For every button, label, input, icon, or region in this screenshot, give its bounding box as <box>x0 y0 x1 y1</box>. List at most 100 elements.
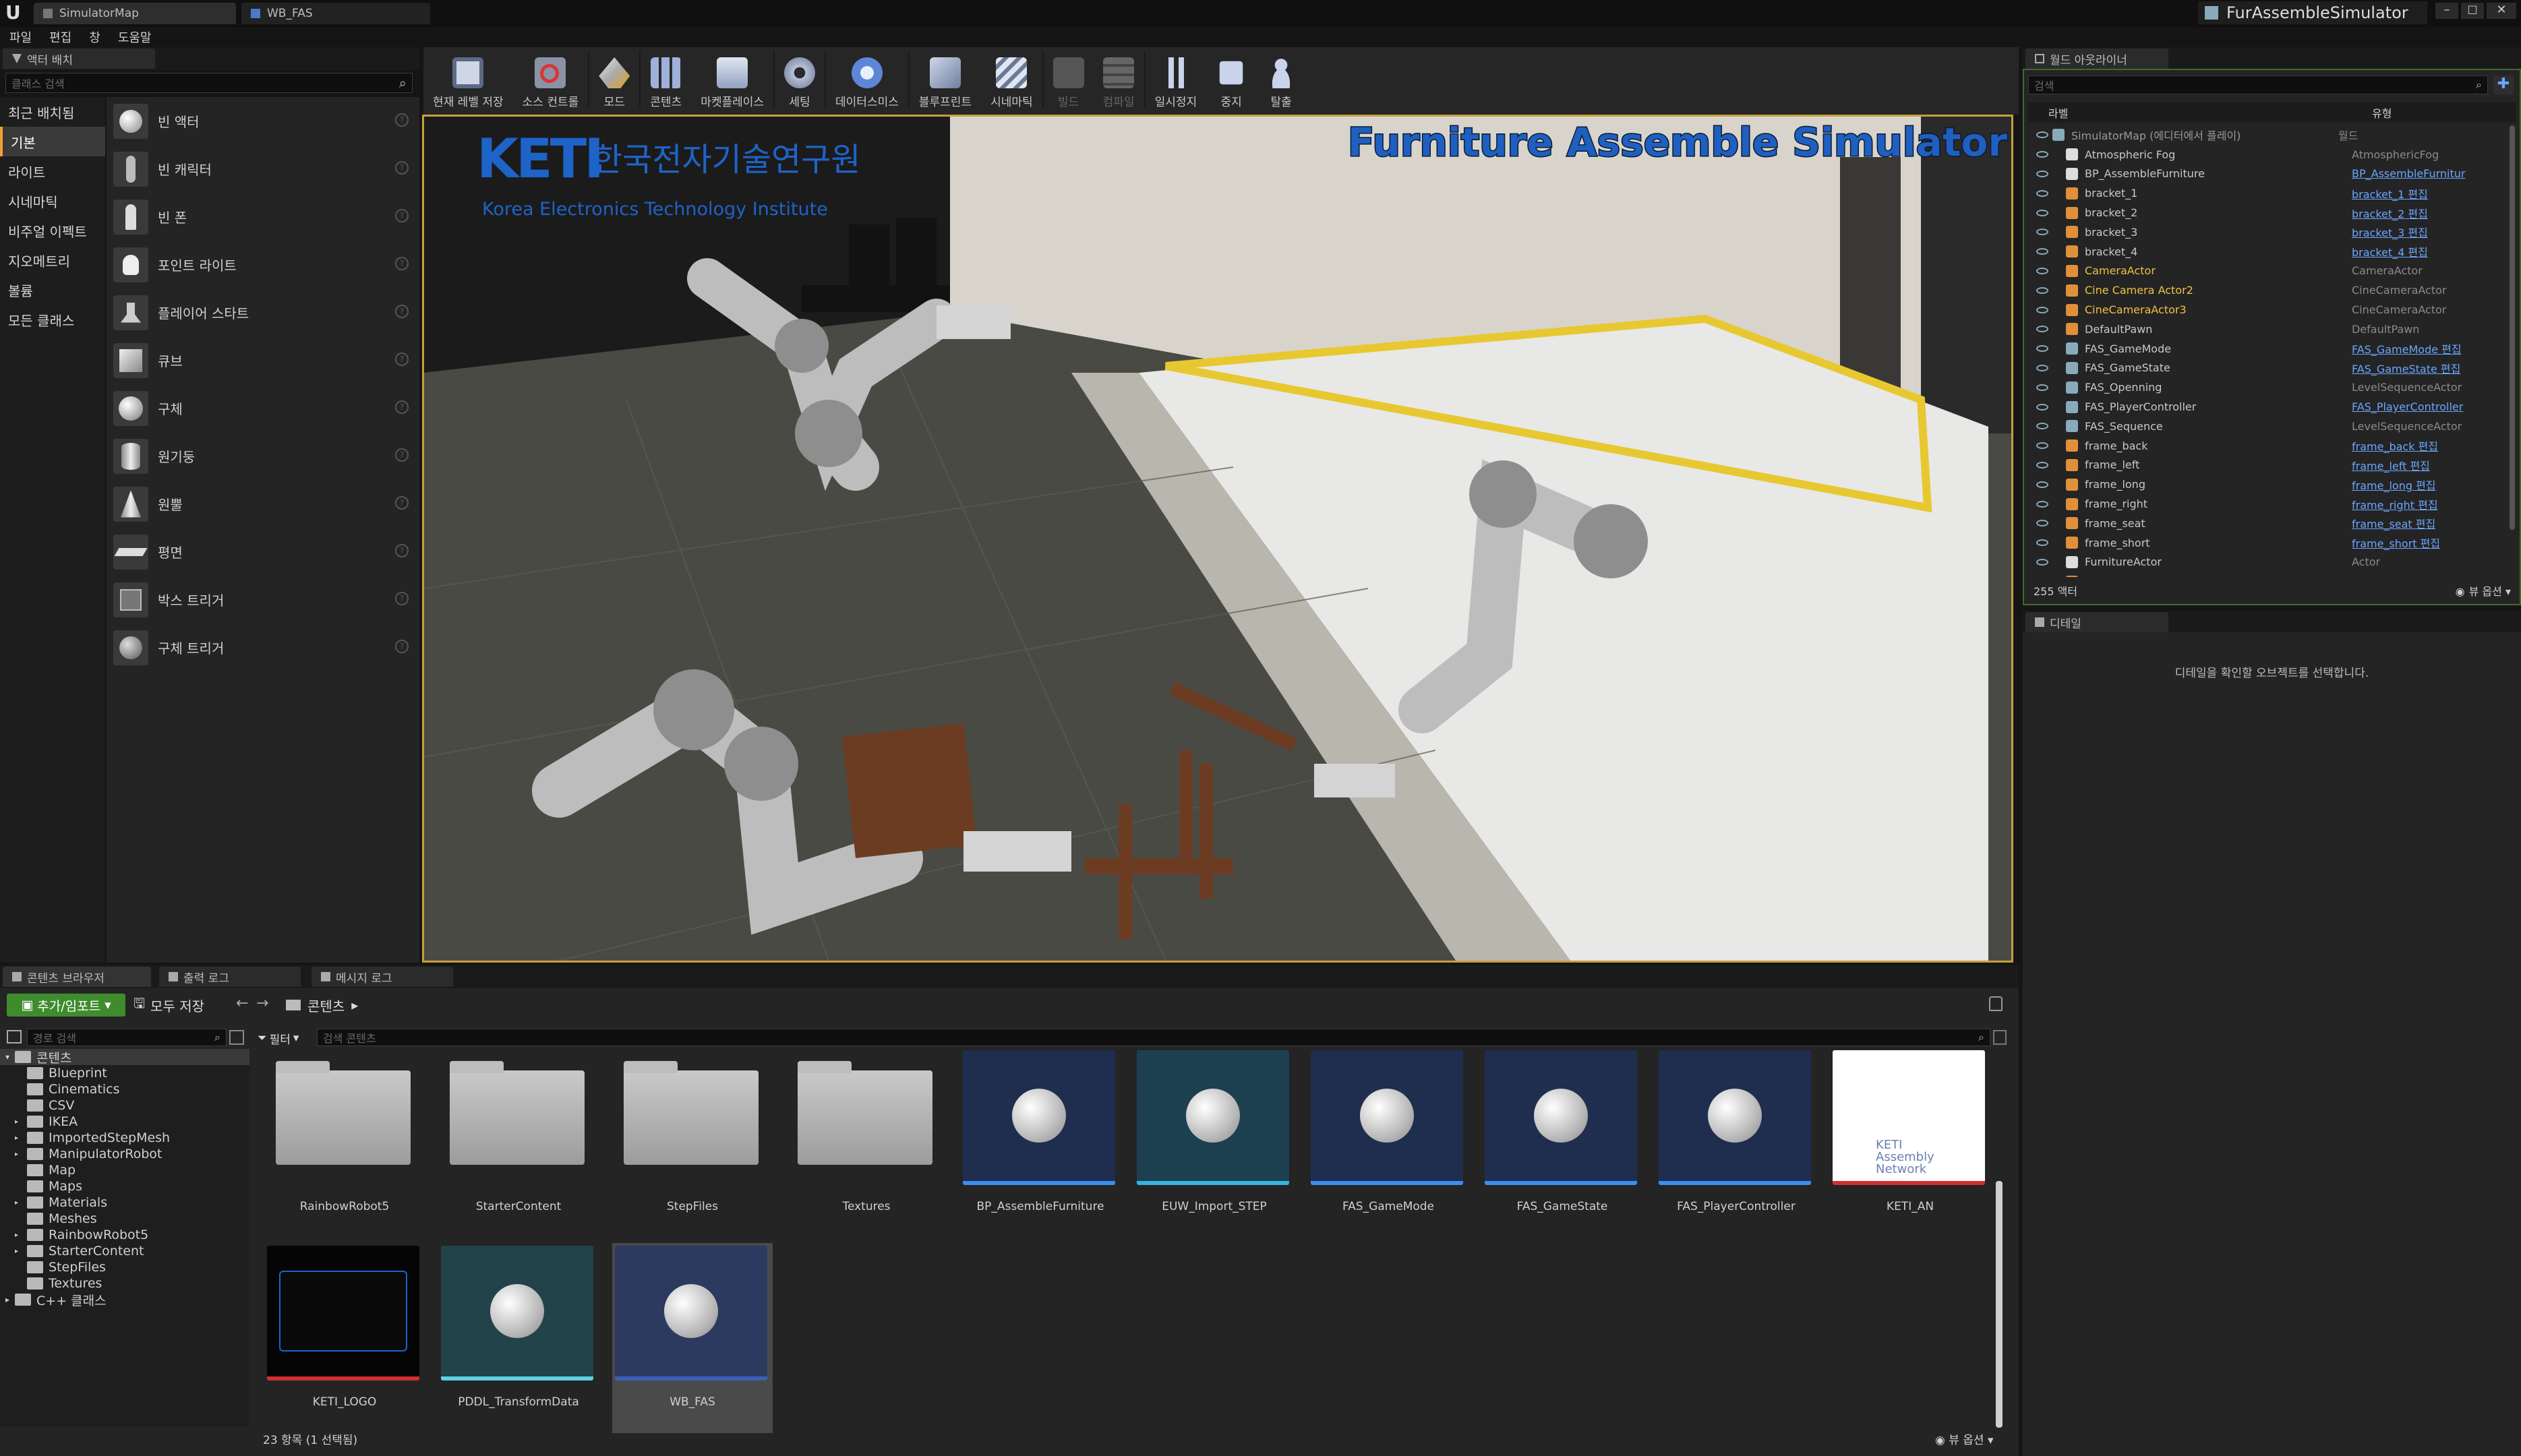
actor-item-cone[interactable]: 원뿔? <box>107 480 419 528</box>
outliner-row[interactable]: FurnitureBracket1FurnitureFrameCarra <box>2028 572 2508 577</box>
actor-item-plane[interactable]: 평면? <box>107 528 419 576</box>
eye-icon[interactable] <box>2036 423 2048 430</box>
outliner-type[interactable]: FAS_PlayerController <box>2352 400 2487 413</box>
minimize-button[interactable]: – <box>2435 3 2458 19</box>
outliner-row[interactable]: CameraActor CameraActor <box>2028 262 2508 281</box>
tree-folder-item[interactable]: Blueprint <box>0 1065 249 1081</box>
filter-button[interactable]: ⏷ 필터 ▾ <box>258 1030 312 1047</box>
pause-button[interactable]: 일시정지 <box>1146 47 1207 109</box>
outliner-type[interactable]: frame_back 편집 <box>2352 437 2487 454</box>
tab-output-log[interactable]: 출력 로그 <box>159 967 301 987</box>
eye-icon[interactable] <box>2036 403 2048 411</box>
chevron-right-icon[interactable]: ▸ <box>5 1295 9 1304</box>
chevron-right-icon[interactable]: ▸ <box>351 997 358 1013</box>
outliner-row[interactable]: frame_left frame_left 편집 <box>2028 456 2508 475</box>
level-viewport[interactable]: KETI 한국전자기술연구원 Korea Electronics Technol… <box>422 115 2013 963</box>
asset-tile[interactable]: RainbowRobot5 <box>267 1050 422 1213</box>
outliner-row[interactable]: FAS_GameState FAS_GameState 편집 <box>2028 359 2508 378</box>
eye-icon[interactable] <box>2036 345 2048 353</box>
outliner-row[interactable]: Atmospheric Fog AtmosphericFog <box>2028 145 2508 164</box>
outliner-add-icon[interactable]: ✚ <box>2493 75 2514 94</box>
outliner-search-input[interactable]: 검색 ⌕ <box>2028 75 2488 94</box>
eye-icon[interactable] <box>2036 520 2048 527</box>
class-search-input[interactable]: 클래스 검색 ⌕ <box>5 73 413 93</box>
back-arrow-icon[interactable]: ← <box>236 995 248 1012</box>
help-icon[interactable]: ? <box>395 113 409 127</box>
eye-icon[interactable] <box>2036 442 2048 450</box>
tab-simulatormap[interactable]: SimulatorMap <box>34 3 236 24</box>
chevron-right-icon[interactable]: ▸ <box>15 1199 22 1207</box>
tab-place-actors[interactable]: 액터 배치 <box>3 49 155 69</box>
actor-item-sphere[interactable]: 구체? <box>107 384 419 432</box>
save-level-button[interactable]: 현재 레벨 저장 <box>423 47 513 109</box>
actor-item-empty-character[interactable]: 빈 캐릭터? <box>107 145 419 193</box>
help-icon[interactable]: ? <box>395 544 409 557</box>
outliner-type[interactable]: frame_short 편집 <box>2352 535 2487 551</box>
asset-scrollbar[interactable] <box>1996 1181 2003 1428</box>
tree-folder-item[interactable]: ▸ RainbowRobot5 <box>0 1227 249 1243</box>
chevron-right-icon[interactable]: ▸ <box>15 1232 22 1239</box>
content-view-options[interactable]: ◉ 뷰 옵션 ▾ <box>1935 1430 1994 1447</box>
asset-tile[interactable]: PDDL_TransformData <box>441 1246 596 1409</box>
tab-wb-fas[interactable]: WB_FAS <box>241 3 430 24</box>
outliner-row[interactable]: frame_back frame_back 편집 <box>2028 436 2508 456</box>
eye-icon[interactable] <box>2036 131 2048 139</box>
outliner-view-options[interactable]: ◉ 뷰 옵션 ▾ <box>2456 582 2511 599</box>
asset-tile[interactable]: EUW_Import_STEP <box>1137 1050 1292 1213</box>
settings-button[interactable]: 세팅 <box>775 47 825 109</box>
asset-tile[interactable]: WB_FAS <box>612 1243 773 1433</box>
outliner-scrollbar[interactable] <box>2510 125 2515 530</box>
tree-folder-item[interactable]: Meshes <box>0 1211 249 1227</box>
tree-folder-item[interactable]: StepFiles <box>0 1259 249 1275</box>
asset-tile[interactable]: StarterContent <box>441 1050 596 1213</box>
compile-button[interactable]: 컴파일 <box>1094 47 1144 109</box>
eye-icon[interactable] <box>2036 267 2048 274</box>
outliner-row[interactable]: bracket_2 bracket_2 편집 <box>2028 203 2508 222</box>
outliner-row[interactable]: frame_right frame_right 편집 <box>2028 494 2508 514</box>
tree-cpp-classes[interactable]: ▸ C++ 클래스 <box>0 1292 249 1308</box>
chevron-right-icon[interactable]: ▸ <box>15 1134 22 1142</box>
lock-icon[interactable] <box>1989 996 2003 1011</box>
outliner-row[interactable]: FAS_PlayerController FAS_PlayerController <box>2028 397 2508 417</box>
asset-tile[interactable]: FAS_GameMode <box>1311 1050 1466 1213</box>
asset-tile[interactable]: FAS_GameState <box>1485 1050 1640 1213</box>
help-icon[interactable]: ? <box>395 209 409 222</box>
chevron-down-icon[interactable]: ▾ <box>5 1052 9 1062</box>
datasmith-button[interactable]: 데이터스미스 <box>826 47 908 109</box>
actor-item-point-light[interactable]: 포인트 라이트? <box>107 241 419 289</box>
close-button[interactable]: ✕ <box>2487 3 2516 19</box>
outliner-row[interactable]: bracket_1 bracket_1 편집 <box>2028 183 2508 203</box>
tree-folder-item[interactable]: Map <box>0 1162 249 1178</box>
eye-icon[interactable] <box>2036 500 2048 508</box>
eye-icon[interactable] <box>2036 461 2048 468</box>
category-recent[interactable]: 최근 배치됨 <box>0 97 105 127</box>
outliner-type[interactable]: BP_AssembleFurnitur <box>2352 167 2487 180</box>
outliner-type[interactable]: frame_seat 편집 <box>2352 515 2487 531</box>
eye-icon[interactable] <box>2036 189 2048 197</box>
column-type[interactable]: 유형 <box>2372 104 2392 121</box>
eye-icon[interactable] <box>2036 539 2048 547</box>
blueprints-button[interactable]: 블루프린트 <box>910 47 981 109</box>
outliner-type[interactable]: FurnitureFrameCarra <box>2352 575 2487 577</box>
outliner-row[interactable]: FAS_Openning LevelSequenceActor <box>2028 377 2508 397</box>
tree-options-icon[interactable] <box>229 1030 244 1045</box>
eye-icon[interactable] <box>2036 326 2048 333</box>
outliner-type[interactable]: FAS_GameState 편집 <box>2352 360 2487 376</box>
asset-tile[interactable]: StepFiles <box>615 1050 770 1213</box>
outliner-row[interactable]: frame_long frame_long 편집 <box>2028 475 2508 494</box>
outliner-row[interactable]: DefaultPawn DefaultPawn <box>2028 320 2508 339</box>
menu-edit[interactable]: 편집 <box>49 28 71 46</box>
help-icon[interactable]: ? <box>395 400 409 414</box>
category-cinematic[interactable]: 시네마틱 <box>0 186 105 216</box>
actor-item-cube[interactable]: 큐브? <box>107 336 419 384</box>
tree-folder-item[interactable]: Maps <box>0 1178 249 1194</box>
eye-icon[interactable] <box>2036 306 2048 313</box>
outliner-row[interactable]: frame_seat frame_seat 편집 <box>2028 514 2508 533</box>
category-basic[interactable]: 기본 <box>0 127 105 156</box>
eye-icon[interactable] <box>2036 558 2048 566</box>
help-icon[interactable]: ? <box>395 161 409 175</box>
menu-file[interactable]: 파일 <box>9 28 32 46</box>
help-icon[interactable]: ? <box>395 257 409 270</box>
cinematics-button[interactable]: 시네마틱 <box>981 47 1042 109</box>
eye-icon[interactable] <box>2036 170 2048 177</box>
